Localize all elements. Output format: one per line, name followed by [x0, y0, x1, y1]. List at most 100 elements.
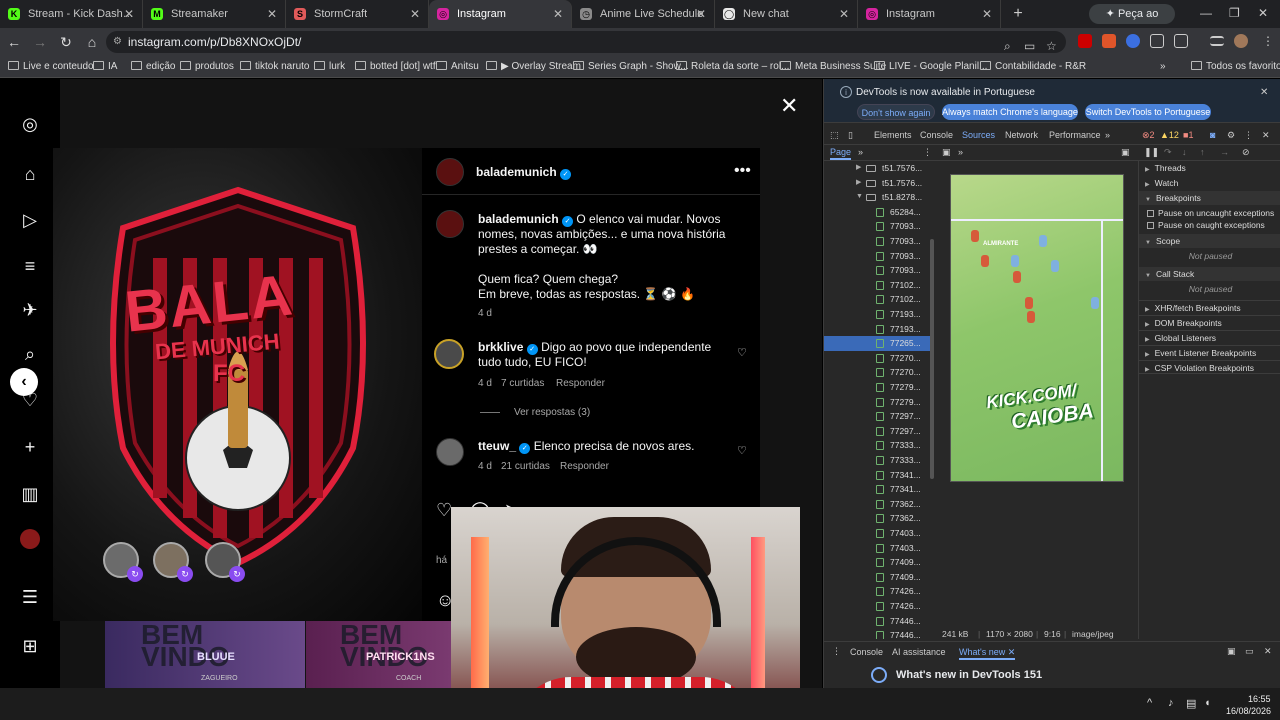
file-item[interactable]: 77403...: [824, 541, 932, 556]
messages-nav-icon[interactable]: ✈: [19, 299, 41, 321]
folder-item[interactable]: ▶ t51.7576...: [824, 161, 932, 176]
comment-likes[interactable]: 21 curtidas: [501, 461, 550, 472]
post-image[interactable]: BALA DE MUNICH FC ↻ ↻ ↻: [53, 148, 422, 621]
profile-avatar[interactable]: [1234, 34, 1248, 48]
like-comment-icon[interactable]: ♡: [737, 444, 747, 457]
issues-count[interactable]: ■1: [1183, 130, 1193, 140]
all-bookmarks[interactable]: Todos os favoritos: [1191, 61, 1280, 72]
file-item[interactable]: 77362...: [824, 497, 932, 512]
tab-network[interactable]: Network: [1005, 130, 1038, 140]
window-close-icon[interactable]: ✕: [1258, 6, 1268, 20]
section-call-stack[interactable]: ▼ Call Stack: [1139, 267, 1280, 281]
bookmark-item[interactable]: Live e conteudo: [8, 61, 94, 72]
close-modal-icon[interactable]: ✕: [780, 93, 798, 119]
bookmark-item[interactable]: Meta Business Suite: [780, 61, 886, 72]
dont-show-again-button[interactable]: Don't show again: [857, 104, 935, 120]
view-replies-button[interactable]: Ver respostas (3): [514, 407, 590, 418]
section-event-listeners[interactable]: ▶ Event Listener Breakpoints: [1139, 345, 1280, 359]
volume-icon[interactable]: ◖: [1204, 697, 1211, 709]
navigator-scrollbar[interactable]: [930, 239, 934, 479]
author-header[interactable]: balademunich ✓: [476, 165, 572, 180]
file-item[interactable]: 65284...: [824, 205, 932, 220]
profile-nav-avatar[interactable]: [20, 529, 40, 549]
home-nav-icon[interactable]: ⌂: [19, 163, 41, 185]
close-tab-icon[interactable]: ✕: [267, 7, 277, 21]
minimize-icon[interactable]: —: [1200, 6, 1212, 20]
reload-icon[interactable]: ↻: [54, 34, 78, 51]
file-item[interactable]: 77297...: [824, 409, 932, 424]
network-icon[interactable]: ▤: [1186, 697, 1196, 710]
comment-avatar[interactable]: [434, 339, 464, 369]
comment-avatar[interactable]: [436, 438, 464, 466]
author-avatar[interactable]: [436, 210, 464, 238]
file-item[interactable]: 77426...: [824, 584, 932, 599]
reels-nav-icon[interactable]: ▷: [19, 209, 41, 231]
caret-right-icon[interactable]: ▶: [856, 161, 861, 176]
browser-tab[interactable]: K Stream - Kick Dashboard✕: [0, 0, 143, 28]
tray-overflow-icon[interactable]: ^: [1147, 697, 1152, 709]
tab-console[interactable]: Console: [920, 130, 953, 140]
clock-date[interactable]: 16/08/2026: [1226, 706, 1271, 716]
close-drawer-icon[interactable]: ✕: [1264, 646, 1272, 657]
bookmark-item[interactable]: ▶ Overlay Stream: [486, 61, 581, 72]
close-tab-icon[interactable]: ✕: [1008, 647, 1016, 657]
file-item[interactable]: 77193...: [824, 322, 932, 337]
create-nav-icon[interactable]: +: [19, 436, 41, 458]
back-icon[interactable]: ←: [2, 34, 26, 50]
close-tab-icon[interactable]: ✕: [982, 7, 992, 21]
customize-menu-icon[interactable]: ⋮: [1244, 130, 1253, 141]
tab-page[interactable]: Page: [830, 147, 852, 160]
inspect-element-icon[interactable]: ⬚: [830, 130, 839, 141]
toggle-debugger-icon[interactable]: ▣: [1121, 147, 1130, 158]
section-global-listeners[interactable]: ▶ Global Listeners: [1139, 330, 1280, 344]
folder-item[interactable]: ▶ t51.7576...: [824, 176, 932, 191]
browser-tab[interactable]: ◷ Anime Live Schedule ✕: [572, 0, 715, 28]
browser-tab[interactable]: ◎ Instagram ✕: [429, 0, 572, 28]
settings-gear-icon[interactable]: ⚙: [1227, 130, 1235, 141]
file-item[interactable]: 77093...: [824, 234, 932, 249]
file-item[interactable]: 77362...: [824, 511, 932, 526]
bookmark-item[interactable]: produtos: [180, 61, 234, 72]
file-item[interactable]: 77446...: [824, 628, 932, 639]
more-navigator-icon[interactable]: »: [858, 147, 863, 157]
browser-tab[interactable]: S StormCraft ✕: [286, 0, 429, 28]
media-controls-icon[interactable]: [1210, 36, 1224, 46]
caret-right-icon[interactable]: ▶: [856, 176, 861, 191]
clock-time[interactable]: 16:55: [1248, 694, 1271, 704]
file-item[interactable]: 77403...: [824, 526, 932, 541]
extension-blue-icon[interactable]: [1126, 34, 1140, 48]
instagram-logo-icon[interactable]: ◎: [19, 113, 41, 135]
pause-icon[interactable]: ❚❚: [1144, 147, 1159, 158]
section-threads[interactable]: ▶ Threads: [1139, 161, 1280, 175]
extension-youtube-icon[interactable]: [1078, 34, 1092, 48]
extension-screen-icon[interactable]: [1150, 34, 1164, 48]
section-watch[interactable]: ▶ Watch: [1139, 176, 1280, 190]
tab-elements[interactable]: Elements: [874, 130, 912, 140]
section-scope[interactable]: ▼ Scope: [1139, 234, 1280, 248]
bookmark-item[interactable]: Series Graph - Show...: [573, 61, 689, 72]
more-options-icon[interactable]: •••: [734, 162, 751, 180]
drawer-expand-icon[interactable]: ▭: [1245, 646, 1254, 657]
bookmark-item[interactable]: IA: [93, 61, 117, 72]
section-xhr[interactable]: ▶ XHR/fetch Breakpoints: [1139, 300, 1280, 314]
pause-caught-checkbox[interactable]: Pause on caught exceptions: [1139, 218, 1280, 232]
file-item[interactable]: 77102...: [824, 278, 932, 293]
previous-post-icon[interactable]: ‹: [10, 368, 38, 396]
file-item[interactable]: 77409...: [824, 555, 932, 570]
related-post-card[interactable]: BEM VINDO BLUUE ZAGUEIRO: [105, 621, 305, 688]
folder-item[interactable]: ▼ t51.8278...: [824, 190, 932, 205]
file-item[interactable]: 77279...: [824, 380, 932, 395]
file-item[interactable]: 77093...: [824, 219, 932, 234]
file-item[interactable]: 77446...: [824, 614, 932, 629]
step-icon[interactable]: →: [1220, 147, 1229, 157]
file-item[interactable]: 77265...: [824, 336, 932, 351]
bookmark-star-icon[interactable]: ☆: [1046, 35, 1057, 57]
file-item[interactable]: 77426...: [824, 599, 932, 614]
dock-side-icon[interactable]: ▣: [1227, 646, 1236, 657]
close-tab-icon[interactable]: ✕: [839, 7, 849, 21]
cast-icon[interactable]: ▭: [1024, 35, 1035, 57]
browser-menu-icon[interactable]: ⋮: [1262, 34, 1274, 48]
file-item[interactable]: 77297...: [824, 424, 932, 439]
file-item[interactable]: 77102...: [824, 292, 932, 307]
navigator-menu-icon[interactable]: ⋮: [923, 147, 932, 158]
